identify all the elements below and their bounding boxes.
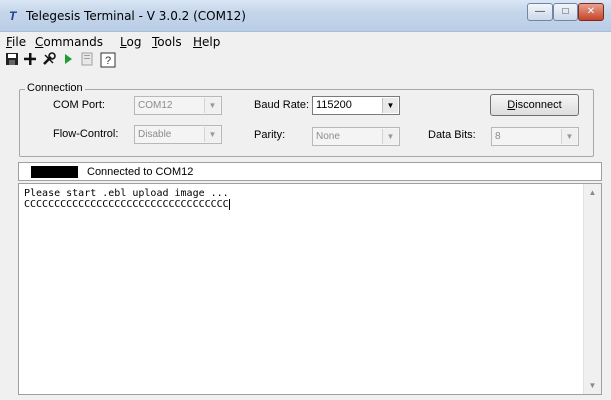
window-title: Telegesis Terminal - V 3.0.2 (COM12)	[26, 9, 246, 23]
data-bits-label: Data Bits:	[428, 129, 476, 141]
flow-control-select[interactable]: Disable ▼	[134, 125, 222, 144]
save-icon[interactable]	[3, 52, 21, 70]
chevron-down-icon: ▼	[204, 127, 220, 142]
parity-label: Parity:	[254, 129, 286, 141]
chevron-down-icon: ▼	[561, 129, 577, 144]
connection-status-bar: Connected to COM12	[18, 162, 602, 181]
vertical-scrollbar[interactable]: ▲ ▼	[583, 184, 601, 394]
data-bits-select[interactable]: 8 ▼	[491, 127, 579, 146]
minimize-button[interactable]: —	[527, 3, 553, 21]
svg-text:?: ?	[105, 55, 111, 67]
app-window: T Telegesis Terminal - V 3.0.2 (COM12) —…	[0, 0, 611, 400]
maximize-button[interactable]: □	[553, 3, 578, 21]
com-port-select[interactable]: COM12 ▼	[134, 96, 222, 115]
chevron-down-icon: ▼	[382, 98, 398, 113]
text-cursor	[228, 199, 230, 210]
close-button[interactable]: ✕	[578, 3, 604, 21]
menu-log[interactable]: Log	[120, 35, 141, 49]
scroll-down-icon[interactable]: ▼	[584, 377, 601, 394]
title-bar[interactable]: T Telegesis Terminal - V 3.0.2 (COM12) —…	[0, 0, 611, 32]
menu-help[interactable]: Help	[193, 35, 220, 49]
parity-select[interactable]: None ▼	[312, 127, 400, 146]
add-icon[interactable]	[21, 52, 39, 70]
baud-rate-label: Baud Rate:	[254, 99, 310, 111]
menu-bar: File Commands Log Tools Help	[0, 32, 611, 50]
run-icon[interactable]	[59, 52, 77, 70]
toolbar: ?	[0, 50, 611, 72]
chevron-down-icon: ▼	[382, 129, 398, 144]
help-icon[interactable]: ?	[99, 52, 117, 70]
menu-commands[interactable]: Commands	[35, 35, 103, 49]
telegesis-logo-icon: T	[9, 9, 17, 23]
tools-icon[interactable]	[40, 52, 58, 70]
terminal-text: Please start .ebl upload image ... CCCCCC…	[24, 188, 230, 210]
document-icon[interactable]	[78, 52, 96, 70]
chevron-down-icon: ▼	[204, 98, 220, 113]
terminal-output[interactable]: Please start .ebl upload image ... CCCCCC…	[18, 183, 602, 395]
status-text: Connected to COM12	[87, 166, 194, 178]
status-indicator	[31, 166, 78, 178]
menu-tools[interactable]: Tools	[152, 35, 182, 49]
menu-file[interactable]: File	[6, 35, 26, 49]
flow-control-label: Flow-Control:	[53, 128, 119, 140]
terminal-line: CCCCCCCCCCCCCCCCCCCCCCCCCCCCCCCCCC	[24, 199, 229, 210]
scroll-up-icon[interactable]: ▲	[584, 184, 601, 201]
baud-rate-select[interactable]: 115200 ▼	[312, 96, 400, 115]
com-port-label: COM Port:	[53, 99, 105, 111]
disconnect-button[interactable]: Disconnect	[490, 94, 579, 116]
terminal-line: Please start .ebl upload image ...	[24, 188, 229, 199]
terminal-line-cursor: CCCCCCCCCCCCCCCCCCCCCCCCCCCCCCCCCC	[24, 199, 230, 210]
connection-legend: Connection	[25, 82, 85, 94]
